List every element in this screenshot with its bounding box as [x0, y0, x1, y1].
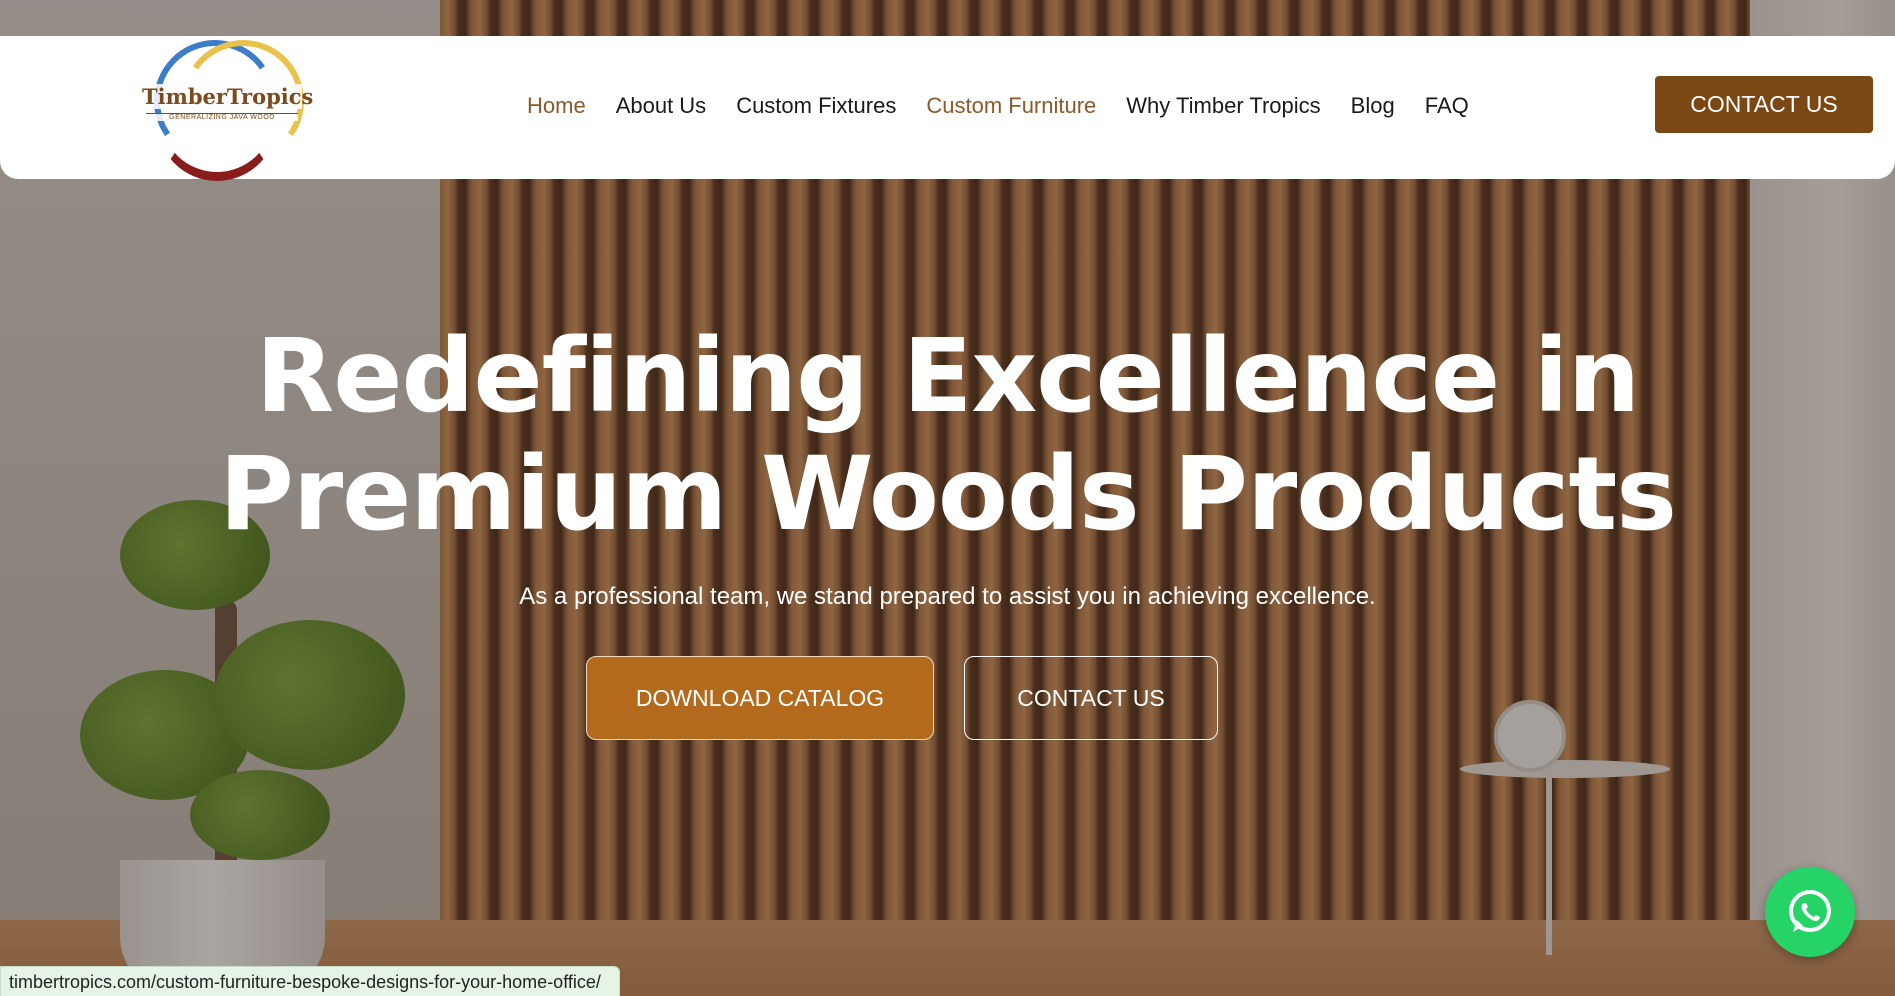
whatsapp-button[interactable]: [1765, 867, 1855, 957]
hero-title: Redefining Excellence in Premium Woods P…: [200, 318, 1695, 554]
header-contact-button[interactable]: CONTACT US: [1655, 76, 1873, 133]
nav-item-why-timber-tropics[interactable]: Why Timber Tropics: [1126, 93, 1320, 119]
page: TimberTropics GENERALIZING JAVA WOOD Hom…: [0, 0, 1895, 996]
logo-name: TimberTropics: [142, 84, 314, 109]
nav-item-blog[interactable]: Blog: [1351, 93, 1395, 119]
nav-item-home[interactable]: Home: [527, 93, 586, 119]
main-nav: Home About Us Custom Fixtures Custom Fur…: [527, 88, 1499, 124]
nav-item-faq[interactable]: FAQ: [1425, 93, 1469, 119]
site-header: TimberTropics GENERALIZING JAVA WOOD Hom…: [0, 30, 1895, 181]
hero-subtitle: As a professional team, we stand prepare…: [519, 583, 1376, 610]
whatsapp-icon: [1789, 890, 1831, 932]
status-bar-url: timbertropics.com/custom-furniture-bespo…: [0, 966, 620, 996]
nav-item-about-us[interactable]: About Us: [616, 93, 707, 119]
hero-title-line1: Redefining Excellence in: [255, 317, 1641, 436]
nav-item-custom-furniture[interactable]: Custom Furniture: [926, 93, 1096, 119]
logo-tagline: GENERALIZING JAVA WOOD: [146, 113, 298, 121]
nav-item-custom-fixtures[interactable]: Custom Fixtures: [736, 93, 896, 119]
hero-contact-button[interactable]: CONTACT US: [964, 656, 1218, 740]
download-catalog-button[interactable]: DOWNLOAD CATALOG: [586, 656, 934, 740]
hero-title-line2: Premium Woods Products: [219, 435, 1677, 554]
site-logo[interactable]: TimberTropics GENERALIZING JAVA WOOD: [142, 30, 314, 181]
